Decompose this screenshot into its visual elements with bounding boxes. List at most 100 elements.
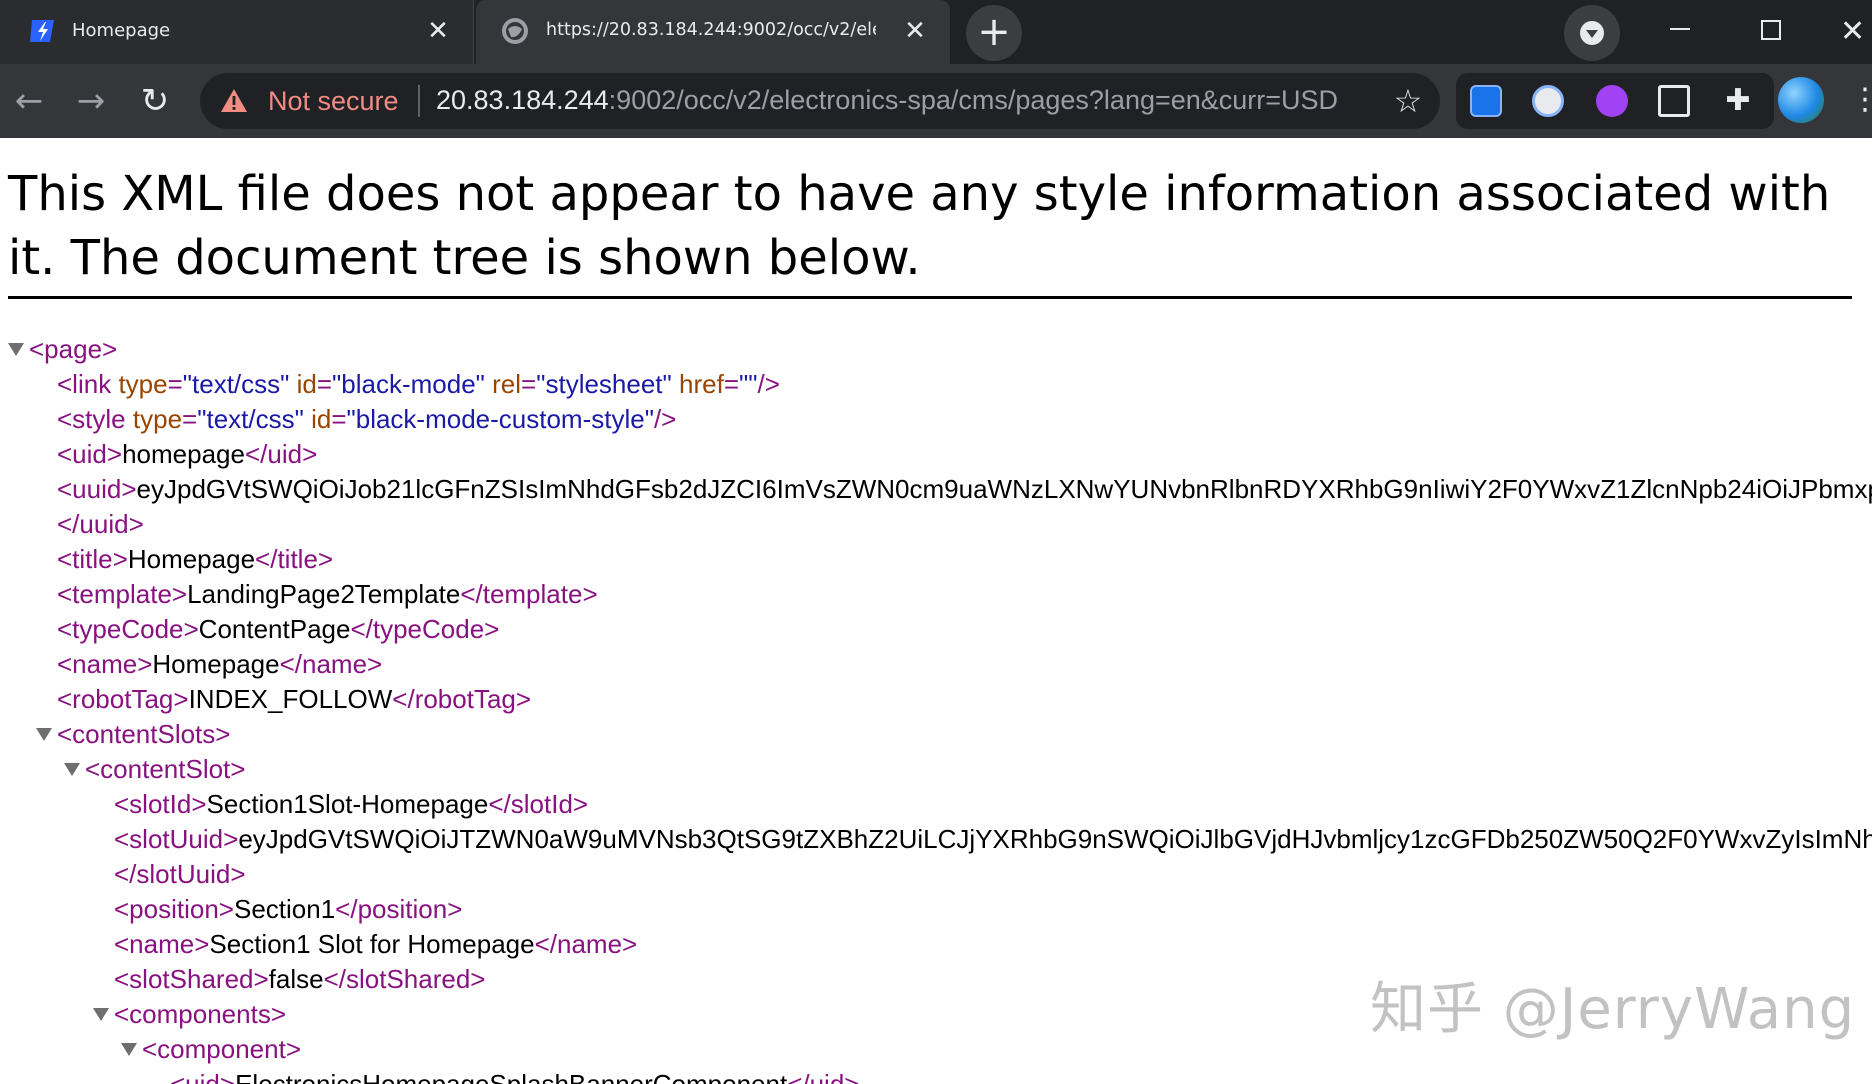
xml-line: <components> (114, 997, 286, 1032)
globe-icon (502, 18, 528, 44)
collapse-toggle-icon[interactable] (8, 343, 24, 356)
xml-line: <uid>homepage</uid> (57, 437, 317, 472)
tab-xml-page[interactable]: https://20.83.184.244:9002/occ/v2/electr… (476, 0, 950, 64)
xml-line: <uuid>eyJpdGVtSWQiOiJob21lcGFnZSIsImNhdG… (57, 472, 1872, 507)
page-content: This XML file does not appear to have an… (0, 138, 1872, 1084)
xml-tag: /> (757, 369, 780, 399)
chart-extension-icon[interactable] (1470, 85, 1502, 117)
xml-line: <contentSlots> (57, 717, 230, 752)
xml-tag: </template> (460, 579, 598, 609)
chevron-down-icon (1580, 21, 1604, 45)
xml-tag: <uid> (170, 1069, 236, 1084)
divider (418, 85, 420, 117)
xml-line: </uuid> (57, 507, 144, 542)
xml-tag: <uuid> (57, 474, 137, 504)
profile-avatar[interactable] (1778, 77, 1824, 123)
xml-tag: </uuid> (57, 509, 144, 539)
tab-title: https://20.83.184.244:9002/occ/v2/electr… (546, 20, 876, 40)
collapse-toggle-icon[interactable] (64, 763, 80, 776)
xml-text: Section1Slot-Homepage (206, 789, 489, 819)
xml-line: <name>Section1 Slot for Homepage</name> (114, 927, 637, 962)
xml-line: <slotShared>false</slotShared> (114, 962, 485, 997)
tab-title: Homepage (72, 20, 171, 41)
xml-attr-name: id (296, 369, 317, 399)
address-bar[interactable]: Not secure 20.83.184.244:9002/occ/v2/ele… (200, 73, 1440, 129)
divider (8, 296, 1852, 299)
tab-search-button[interactable] (1564, 5, 1620, 61)
url-host: 20.83.184.244 (436, 85, 609, 115)
url-text[interactable]: 20.83.184.244:9002/occ/v2/electronics-sp… (436, 85, 1338, 116)
close-window-button[interactable]: ✕ (1840, 12, 1872, 52)
new-tab-button[interactable]: + (966, 5, 1022, 61)
collapse-toggle-icon[interactable] (93, 1008, 109, 1021)
xml-line: <name>Homepage</name> (57, 647, 382, 682)
xml-attr-value: "text/css" (182, 369, 290, 399)
xml-line: <typeCode>ContentPage</typeCode> (57, 612, 499, 647)
bookmark-star-icon[interactable]: ☆ (1390, 83, 1426, 119)
alarm-clock-extension-icon[interactable] (1532, 85, 1564, 117)
security-status-label[interactable]: Not secure (268, 86, 399, 117)
xml-line: </slotUuid> (114, 857, 246, 892)
reload-button[interactable]: ↻ (132, 78, 178, 124)
xml-tag: </typeCode> (350, 614, 500, 644)
terminal-extension-icon[interactable] (1658, 85, 1690, 117)
xml-text: eyJpdGVtSWQiOiJTZWN0aW9uMVNsb3QtSG9tZXBh… (238, 824, 1872, 854)
close-tab-icon[interactable]: ✕ (425, 18, 451, 44)
xml-tag: </uid> (244, 439, 318, 469)
xml-text: false (268, 964, 324, 994)
collapse-toggle-icon[interactable] (121, 1043, 137, 1056)
xml-text: eyJpdGVtSWQiOiJob21lcGFnZSIsImNhdGFsb2dJ… (136, 474, 1872, 504)
xml-line: <link type="text/css" id="black-mode" re… (57, 369, 780, 399)
xml-tag: </title> (255, 544, 334, 574)
xml-text: homepage (122, 439, 245, 469)
xml-tag: </name> (279, 649, 383, 679)
xml-tag: <components> (114, 999, 287, 1029)
xml-tag: </slotId> (488, 789, 589, 819)
url-path: :9002/occ/v2/electronics-spa/cms/pages?l… (608, 85, 1339, 115)
xml-tag: <position> (114, 894, 234, 924)
xml-attr-name: rel (492, 369, 522, 399)
warning-icon[interactable] (220, 87, 248, 115)
tab-strip: Homepage ✕ https://20.83.184.244:9002/oc… (0, 0, 1872, 64)
xml-tag: <page> (29, 334, 118, 364)
xml-tag: <title> (57, 544, 128, 574)
minimize-window-button[interactable] (1660, 12, 1700, 52)
xml-tag: <slotShared> (114, 964, 269, 994)
xml-text: Section1 Slot for Homepage (209, 929, 535, 959)
xml-text: INDEX_FOLLOW (188, 684, 393, 714)
xml-text: ContentPage (198, 614, 351, 644)
xml-attr-name: id (311, 404, 332, 434)
xml-tag: <robotTag> (57, 684, 189, 714)
xml-tag: <name> (57, 649, 153, 679)
xml-line: <slotUuid>eyJpdGVtSWQiOiJTZWN0aW9uMVNsb3… (114, 822, 1872, 857)
xml-tag: </position> (335, 894, 463, 924)
xml-style-notice: This XML file does not appear to have an… (8, 166, 1831, 286)
xml-line: <uid>ElectronicsHomepageSplashBannerComp… (170, 1067, 859, 1084)
xml-attr-value: "black-mode" (332, 369, 485, 399)
xml-tag: <name> (114, 929, 210, 959)
xml-line: <page> (29, 332, 117, 367)
xml-tag: <style (57, 404, 126, 434)
restore-window-button[interactable] (1750, 12, 1790, 52)
xml-attr-value: "" (739, 369, 758, 399)
xml-tag: <link (57, 369, 112, 399)
watermark: 知乎 @JerryWang (1370, 977, 1856, 1042)
xml-line: <style type="text/css" id="black-mode-cu… (57, 404, 677, 434)
lightning-bolt-icon (30, 20, 54, 42)
xml-tag: <slotId> (114, 789, 207, 819)
tab-homepage[interactable]: Homepage ✕ (0, 0, 474, 64)
puzzle-icon[interactable]: ✚ (1722, 85, 1754, 117)
xml-line: <slotId>Section1Slot-Homepage</slotId> (114, 787, 588, 822)
xml-tag: <template> (57, 579, 188, 609)
browser-toolbar: ← → ↻ Not secure 20.83.184.244:9002/occ/… (0, 64, 1872, 138)
back-button[interactable]: ← (6, 78, 52, 124)
more-menu-icon[interactable]: ⋮ (1850, 80, 1872, 120)
xml-tag: </name> (534, 929, 638, 959)
xml-text: Homepage (127, 544, 256, 574)
forward-button[interactable]: → (68, 78, 114, 124)
collapse-toggle-icon[interactable] (36, 728, 52, 741)
xml-tag: </slotShared> (323, 964, 486, 994)
close-tab-icon[interactable]: ✕ (902, 18, 928, 44)
extensions-panel: ✚ (1456, 73, 1774, 129)
purple-extension-icon[interactable] (1596, 85, 1628, 117)
